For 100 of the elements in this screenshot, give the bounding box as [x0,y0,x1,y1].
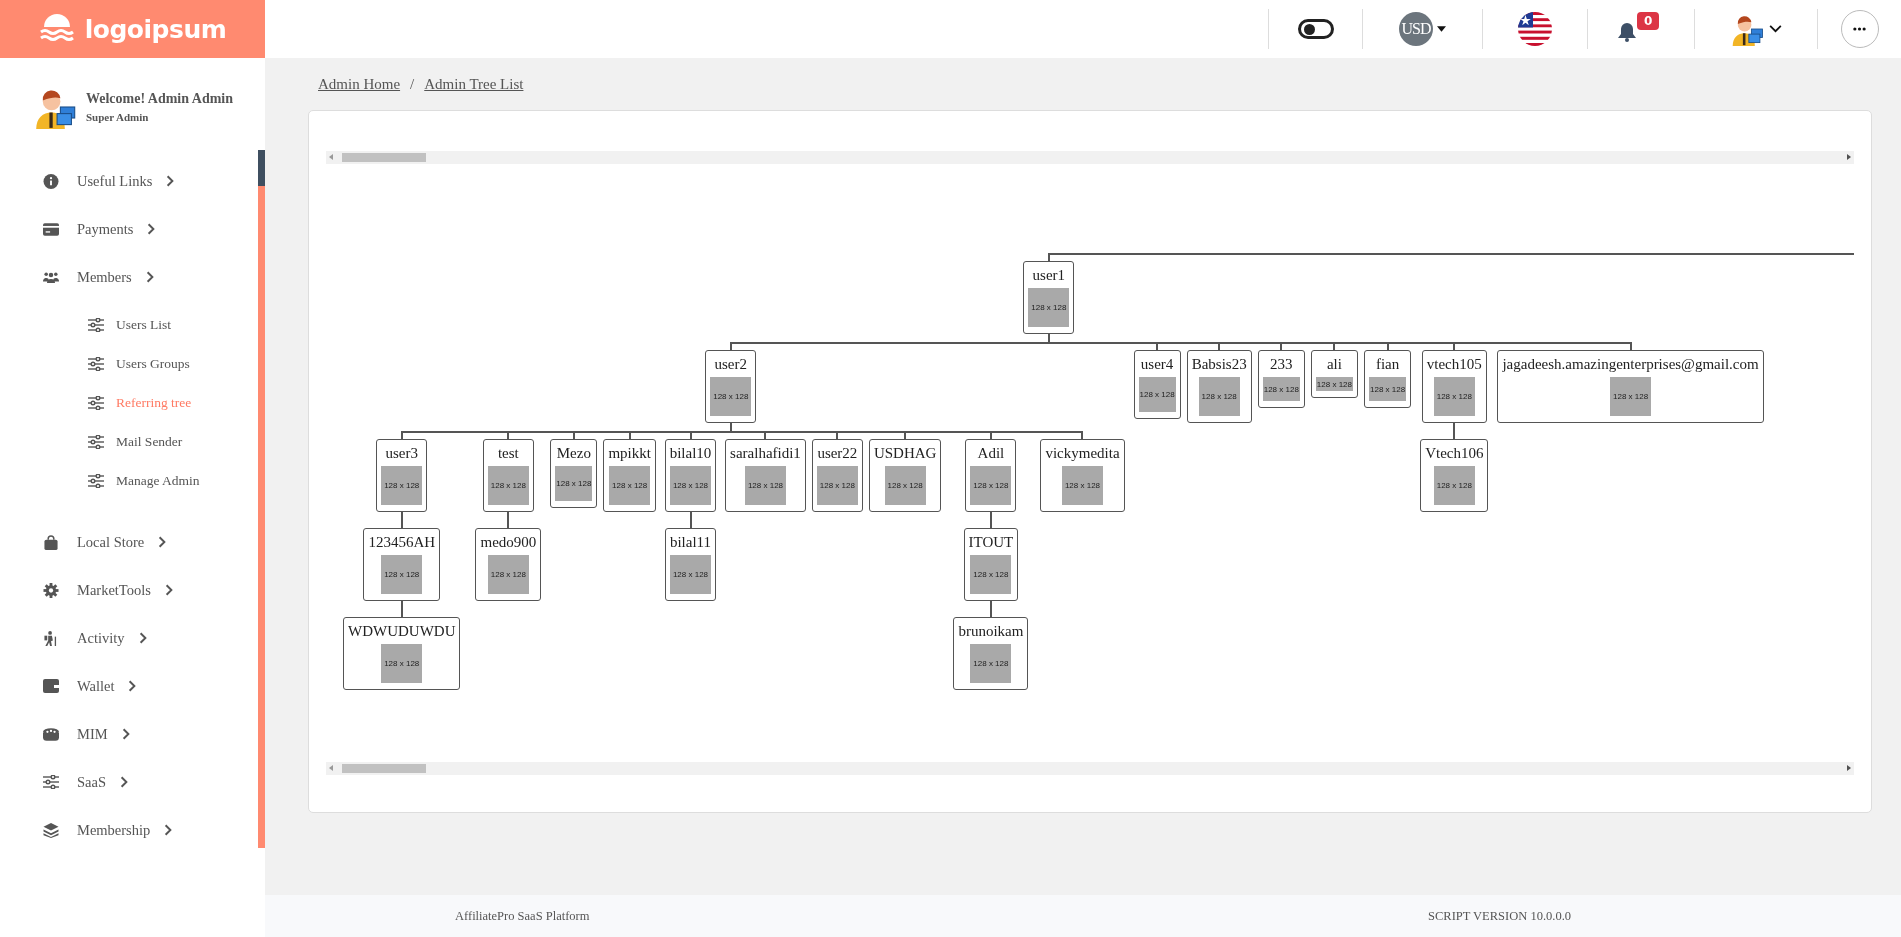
image-placeholder: 128 x 128 [381,555,423,594]
image-placeholder: 128 x 128 [1028,288,1070,327]
caret-icon [1437,26,1446,32]
tree-node[interactable]: fian 128 x 128 [1364,350,1412,408]
tree-node[interactable]: Adil 128 x 128 [965,439,1017,512]
username-label: 123456AH [368,534,436,551]
tree-node[interactable]: bilal11 128 x 128 [664,528,717,601]
tree-node[interactable]: user22 128 x 128 [811,439,863,512]
image-placeholder: 128 x 128 [609,466,651,505]
username-label: bilal10 [669,445,712,462]
tree-node[interactable]: user3 128 x 128 [376,439,428,512]
sliders-icon [88,395,104,410]
chevron-right-icon [121,728,130,740]
sliders-icon [43,775,59,789]
image-placeholder: 128 x 128 [1369,377,1407,401]
username-label: Babsis23 [1191,356,1247,373]
sliders-icon [88,434,104,449]
username-label: user3 [385,445,418,462]
scrollbar[interactable] [258,150,265,848]
image-placeholder: 128 x 128 [1061,466,1103,505]
image-placeholder: 128 x 128 [816,466,858,505]
sidebar-item[interactable]: Payments [0,205,258,253]
notification-badge: 0 [1637,12,1660,30]
sidebar-item[interactable]: Useful Links [0,157,258,205]
image-placeholder: 128 x 128 [670,555,711,594]
tree-node[interactable]: ali 128 x 128 [1310,350,1358,398]
tree-node[interactable]: brunoikam 128 x 128 [953,617,1029,690]
sidebar-item[interactable]: MarketTools [0,566,258,614]
tree-node[interactable]: bilal10 128 x 128 [664,439,717,512]
image-placeholder: 128 x 128 [381,644,423,683]
tree-node[interactable]: user2 128 x 128 [705,350,757,423]
sidebar-item[interactable]: Activity [0,614,258,662]
username-label: Vtech106 [1425,445,1484,462]
bowl-icon [43,727,59,741]
tree-node[interactable]: user1 128 x 128 [1023,261,1075,334]
toggle-switch[interactable] [1297,19,1334,39]
scrollbar[interactable] [326,151,1854,164]
tree-node[interactable]: jagadeesh.amazingenterprises@gmail.com 128 x 128 [1497,350,1764,423]
currency-selector[interactable]: USD [1399,12,1433,46]
chevron-right-icon [120,776,128,788]
tree-node[interactable]: USDHAG 128 x 128 [868,439,942,512]
chevron-down-icon[interactable] [1768,25,1782,33]
tree-node[interactable]: vickymedita 128 x 128 [1040,439,1125,512]
footer-text: AffiliatePro SaaS Platform [455,908,590,924]
tree-node[interactable]: WDWUDUWDU 128 x 128 [343,617,461,690]
tree-node[interactable]: test 128 x 128 [482,439,534,512]
username-label: user4 [1140,356,1174,373]
image-placeholder: 128 x 128 [1138,377,1176,412]
chevron-right-icon [164,824,173,836]
sidebar-item[interactable]: Membership [0,806,258,854]
tree-node[interactable]: Vtech106 128 x 128 [1420,439,1489,512]
breadcrumb-separator: / [410,75,415,93]
chevron-right-icon [145,271,154,283]
sidebar-subitem[interactable]: Manage Admin [0,461,258,500]
gear-icon [43,582,59,598]
chevron-right-icon [164,584,173,596]
username-label: fian [1375,356,1400,373]
sidebar-item[interactable]: Members [0,253,258,301]
version-text: SCRIPT VERSION 10.0.0.0 [1428,908,1571,924]
chevron-right-icon [138,632,147,644]
image-placeholder: 128 x 128 [555,466,593,501]
username-label: saralhafidi1 [730,445,801,462]
username-label: vickymedita [1045,445,1120,462]
username-label: ali [1326,356,1342,373]
username-label: user1 [1032,267,1066,284]
username-label: brunoikam [958,623,1024,640]
sidebar-subitem[interactable]: Users List [0,305,258,344]
flag-icon[interactable] [1518,12,1552,46]
layers-icon [43,822,59,838]
image-placeholder: 128 x 128 [970,644,1012,683]
chevron-right-icon [147,223,156,235]
tree-node[interactable]: mpikkt 128 x 128 [603,439,656,512]
tree-node[interactable]: user4 128 x 128 [1133,350,1181,419]
username-label: user2 [714,356,747,373]
bell-icon[interactable] [1618,22,1636,42]
breadcrumb-link[interactable]: Admin Home [318,75,401,93]
tree-node[interactable]: medo900 128 x 128 [475,528,542,601]
info-icon [43,173,59,189]
sidebar-item[interactable]: Wallet [0,662,258,710]
tree-node[interactable]: ITOUT 128 x 128 [963,528,1019,601]
sidebar-subitem[interactable]: Users Groups [0,344,258,383]
scrollbar[interactable] [326,762,1854,775]
username-label: WDWUDUWDU [348,623,456,640]
tree-node[interactable]: Babsis23 128 x 128 [1186,350,1252,423]
tree-node[interactable]: saralhafidi1 128 x 128 [725,439,806,512]
sidebar-subitem[interactable]: Mail Sender [0,422,258,461]
tree-node[interactable]: 233 128 x 128 [1257,350,1305,408]
username-label: user22 [817,445,858,462]
sidebar-item[interactable]: Local Store [0,518,258,566]
image-placeholder: 128 x 128 [710,377,752,416]
breadcrumb-link[interactable]: Admin Tree List [424,75,524,93]
username-label: bilal11 [669,534,712,551]
credit-card-icon [43,222,59,236]
sidebar-item[interactable]: MIM [0,710,258,758]
sidebar-item[interactable]: SaaS [0,758,258,806]
shopping-bag-icon [43,534,59,550]
tree-node[interactable]: 123456AH 128 x 128 [363,528,441,601]
image-placeholder: 128 x 128 [970,466,1012,505]
tree-node[interactable]: vtech105 128 x 128 [1421,350,1487,423]
tree-node[interactable]: Mezo 128 x 128 [550,439,598,508]
